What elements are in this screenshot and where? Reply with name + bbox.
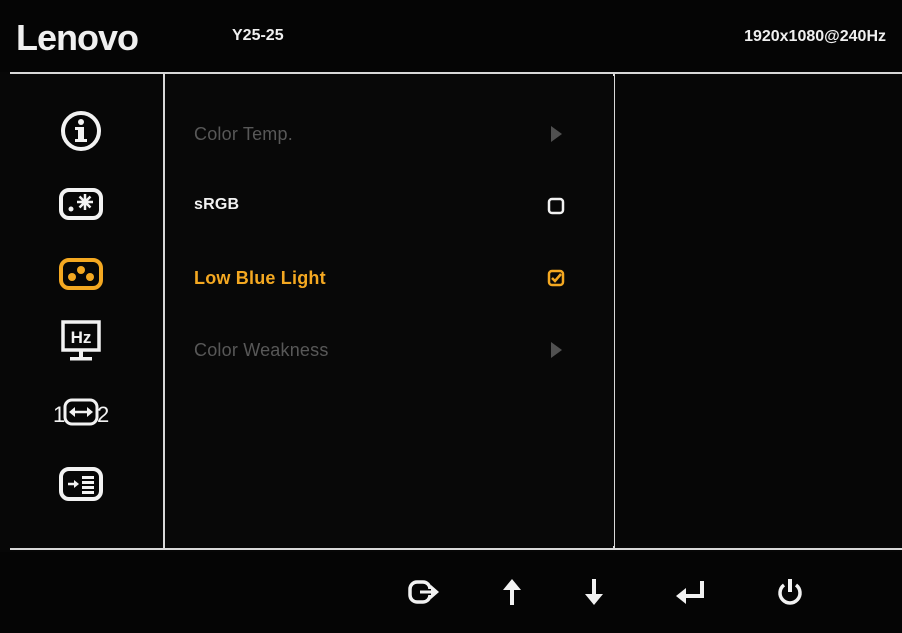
up-button[interactable] xyxy=(492,570,532,614)
model-name: Y25-25 xyxy=(232,27,284,44)
input-left-label: 1 xyxy=(53,402,65,427)
menu-item-label: Low Blue Light xyxy=(194,268,326,288)
refresh-rate-icon: Hz xyxy=(61,320,101,361)
menu-item-label: Color Temp. xyxy=(194,124,293,144)
chevron-right-icon xyxy=(551,342,562,358)
sidebar-item-input-signal[interactable]: 1 2 xyxy=(48,387,114,437)
resolution-readout: 1920x1080@240Hz xyxy=(744,28,886,45)
osd-header: Lenovo Y25-25 1920x1080@240Hz xyxy=(0,0,902,72)
sidebar: Hz 1 2 xyxy=(8,76,164,546)
sidebar-item-information[interactable] xyxy=(56,106,106,156)
info-panel xyxy=(616,76,902,546)
input-signal-icon: 1 2 xyxy=(53,398,109,427)
submenu-arrow xyxy=(544,338,568,362)
input-right-label: 2 xyxy=(97,402,109,427)
arrow-down-icon xyxy=(585,579,603,605)
menu-item-color-weakness[interactable]: Color Weakness xyxy=(166,328,614,372)
footer-divider xyxy=(10,548,902,550)
menu-settings-icon xyxy=(59,467,103,501)
enter-icon xyxy=(676,581,704,604)
menu-item-srgb[interactable]: sRGB xyxy=(166,184,614,228)
color-settings-menu: Color Temp. sRGB Low Blue Light Color We… xyxy=(166,76,614,546)
osd-footer xyxy=(0,552,902,633)
checkbox-checked-icon xyxy=(547,269,565,287)
low-blue-light-checkbox[interactable] xyxy=(544,266,568,290)
hz-label: Hz xyxy=(71,328,92,347)
enter-button[interactable] xyxy=(672,570,712,614)
menu-item-low-blue-light[interactable]: Low Blue Light xyxy=(166,256,614,300)
information-icon xyxy=(61,111,101,151)
checkbox-unchecked-icon xyxy=(547,197,565,215)
srgb-checkbox[interactable] xyxy=(544,194,568,218)
header-divider xyxy=(10,72,902,74)
menu-item-color-temp[interactable]: Color Temp. xyxy=(166,112,614,156)
arrow-up-icon xyxy=(503,579,521,605)
power-button[interactable] xyxy=(770,570,810,614)
down-button[interactable] xyxy=(574,570,614,614)
menu-item-label: sRGB xyxy=(194,196,240,213)
brightness-icon xyxy=(59,188,103,220)
sidebar-item-refresh-rate[interactable]: Hz xyxy=(56,317,106,367)
exit-icon xyxy=(408,580,439,604)
power-icon xyxy=(778,579,802,605)
sidebar-item-menu-settings[interactable] xyxy=(56,459,106,509)
brand-logo: Lenovo xyxy=(16,17,139,58)
submenu-arrow xyxy=(544,122,568,146)
exit-button[interactable] xyxy=(404,570,444,614)
sidebar-item-color-settings[interactable] xyxy=(56,249,106,299)
menu-item-label: Color Weakness xyxy=(194,340,329,360)
color-settings-icon xyxy=(59,258,103,290)
chevron-right-icon xyxy=(551,126,562,142)
sidebar-item-brightness[interactable] xyxy=(56,179,106,229)
monitor-osd: Lenovo Y25-25 1920x1080@240Hz Hz 1 2 Col… xyxy=(0,0,902,633)
